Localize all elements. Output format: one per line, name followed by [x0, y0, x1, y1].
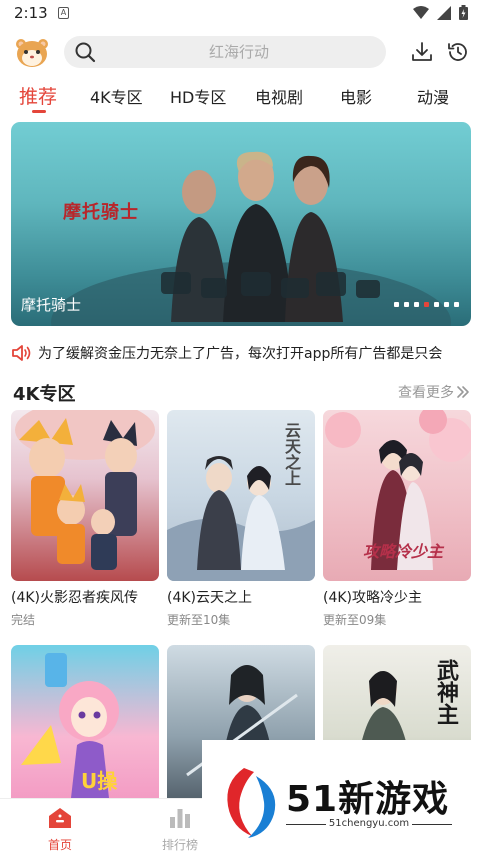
watermark-text: 51新游戏 — [286, 779, 450, 820]
view-more-link[interactable]: 查看更多 — [398, 382, 470, 402]
notice-text: 为了缓解资金压力无奈上了广告，每次打开app所有广告都是只会 — [38, 346, 443, 362]
top-bar — [0, 30, 482, 74]
notification-icon: A — [58, 7, 69, 19]
hamster-logo-icon[interactable] — [14, 36, 50, 68]
search-bar[interactable] — [64, 36, 386, 68]
poster-gonglue[interactable]: 攻略冷少主 — [323, 410, 471, 581]
card-status: 完结 — [11, 613, 36, 627]
video-card[interactable]: 云天之上 (4K)云天之上 更新至10集 — [167, 410, 315, 628]
banner-dot[interactable] — [394, 302, 399, 307]
video-card[interactable]: 攻略冷少主 (4K)攻略冷少主 更新至09集 — [323, 410, 471, 628]
tab-tv-series[interactable]: 电视剧 — [255, 84, 303, 108]
download-icon[interactable] — [410, 40, 434, 64]
speaker-icon — [12, 345, 31, 361]
battery-icon — [459, 5, 468, 20]
poster-title-art: 武神主 — [433, 659, 458, 725]
video-card[interactable]: U操 — [11, 645, 159, 798]
banner-dot[interactable] — [414, 302, 419, 307]
watermark-logo — [227, 768, 276, 838]
section-title: 4K专区 — [13, 384, 76, 405]
poster-yuntian[interactable]: 云天之上 — [167, 410, 315, 581]
active-tab-indicator — [32, 110, 46, 113]
tab-movies[interactable]: 电影 — [340, 84, 372, 108]
category-tabs: 推荐 4K专区 HD专区 电视剧 电影 动漫 — [0, 80, 482, 116]
view-more-label: 查看更多 — [398, 385, 454, 401]
tab-4k[interactable]: 4K专区 — [90, 84, 143, 108]
double-chevron-right-icon — [457, 386, 469, 398]
search-icon[interactable] — [74, 41, 96, 63]
home-icon — [49, 808, 71, 828]
tab-recommend[interactable]: 推荐 — [19, 82, 57, 109]
card-status: 更新至09集 — [323, 613, 387, 627]
poster-title-art: U操 — [81, 769, 118, 793]
poster-naruto[interactable] — [11, 410, 159, 581]
video-card[interactable]: (4K)火影忍者疾风传 完结 — [11, 410, 159, 628]
poster-artwork — [15, 410, 155, 570]
poster-anime-girl[interactable]: U操 — [11, 645, 159, 798]
nav-ranking[interactable]: 排行榜 — [150, 807, 210, 853]
watermark-divider — [412, 824, 452, 825]
hero-banner[interactable]: 摩托骑士 摩托骑士 — [11, 122, 471, 326]
history-icon[interactable] — [446, 40, 470, 64]
banner-dot[interactable] — [454, 302, 459, 307]
banner-title-art: 摩托骑士 — [63, 202, 139, 223]
banner-pagination — [394, 302, 459, 307]
card-title: (4K)云天之上 — [167, 590, 253, 606]
card-status: 更新至10集 — [167, 613, 231, 627]
banner-dot[interactable] — [444, 302, 449, 307]
banner-dot-active[interactable] — [424, 302, 429, 307]
poster-title-art: 攻略冷少主 — [363, 542, 444, 561]
status-bar: 2:13 A — [0, 0, 482, 26]
wifi-icon — [413, 5, 429, 19]
card-title: (4K)攻略冷少主 — [323, 590, 423, 606]
nav-home[interactable]: 首页 — [30, 807, 90, 853]
watermark-overlay: 51新游戏 51chengyu.com — [202, 740, 482, 858]
status-icons — [413, 5, 468, 20]
tab-hd[interactable]: HD专区 — [170, 84, 226, 108]
banner-caption: 摩托骑士 — [21, 296, 82, 314]
nav-ranking-label: 排行榜 — [161, 838, 198, 852]
search-input[interactable] — [104, 36, 374, 68]
ranking-chart-icon — [170, 809, 190, 828]
banner-dot[interactable] — [434, 302, 439, 307]
tab-anime[interactable]: 动漫 — [417, 84, 449, 108]
section-header: 4K专区 查看更多 — [0, 378, 482, 406]
signal-icon — [437, 5, 451, 20]
card-title: (4K)火影忍者疾风传 — [11, 590, 139, 606]
banner-dot[interactable] — [404, 302, 409, 307]
nav-home-label: 首页 — [47, 838, 72, 852]
status-time: 2:13 — [14, 4, 48, 22]
poster-title-art: 云天之上 — [282, 422, 301, 486]
notice-bar[interactable]: 为了缓解资金压力无奈上了广告，每次打开app所有广告都是只会 — [0, 340, 482, 366]
